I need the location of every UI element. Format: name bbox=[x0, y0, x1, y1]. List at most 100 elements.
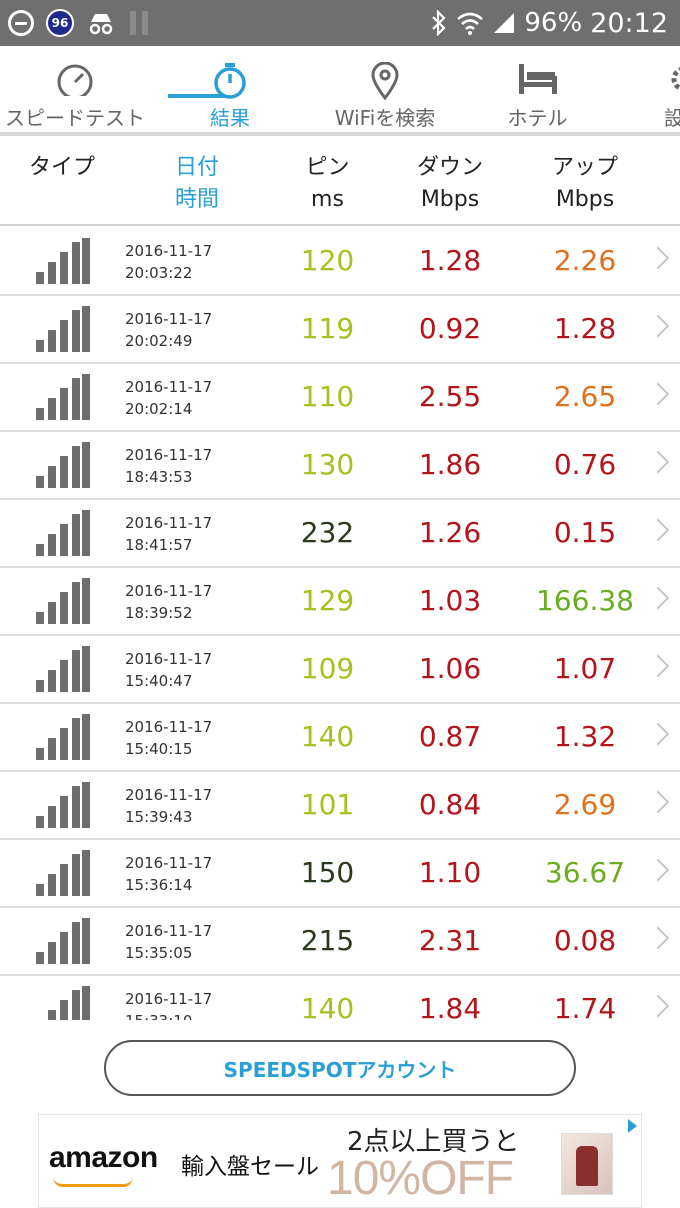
row-ping: 119 bbox=[300, 312, 355, 345]
tab-hotel[interactable]: ホテル bbox=[480, 46, 595, 132]
row-download: 1.26 bbox=[418, 516, 482, 549]
chevron-right-icon[interactable] bbox=[646, 450, 670, 474]
row-download: 1.84 bbox=[418, 992, 482, 1020]
tab-settings[interactable]: 設 bbox=[664, 46, 680, 132]
chevron-right-icon[interactable] bbox=[646, 518, 670, 542]
row-ping: 140 bbox=[300, 992, 355, 1020]
row-datetime: 2016-11-17 18:41:57 bbox=[125, 512, 212, 556]
tab-results[interactable]: 結果 bbox=[160, 46, 300, 132]
table-row[interactable]: 2016-11-17 18:39:52 129 1.03 166.38 bbox=[0, 568, 680, 636]
table-row[interactable]: 2016-11-17 15:33:10 140 1.84 1.74 bbox=[0, 976, 680, 1020]
chevron-right-icon[interactable] bbox=[646, 246, 670, 270]
results-table-header: タイプ 日付 時間 ピン ms ダウン Mbps アップ Mbps bbox=[0, 136, 680, 226]
chevron-right-icon[interactable] bbox=[646, 926, 670, 950]
row-download: 1.06 bbox=[418, 652, 482, 685]
row-time: 15:40:47 bbox=[125, 672, 193, 690]
row-datetime: 2016-11-17 15:39:43 bbox=[125, 784, 212, 828]
signal-strength-icon bbox=[36, 782, 90, 828]
row-datetime: 2016-11-17 15:40:15 bbox=[125, 716, 212, 760]
row-date: 2016-11-17 bbox=[125, 854, 213, 872]
row-ping: 101 bbox=[300, 788, 355, 821]
column-type[interactable]: タイプ bbox=[22, 152, 102, 184]
chevron-right-icon[interactable] bbox=[646, 858, 670, 882]
signal-icon bbox=[494, 13, 515, 33]
table-row[interactable]: 2016-11-17 15:39:43 101 0.84 2.69 bbox=[0, 772, 680, 840]
row-upload: 2.65 bbox=[553, 380, 617, 413]
tab-wifi-search[interactable]: WiFiを検索 bbox=[320, 46, 450, 132]
signal-strength-icon bbox=[36, 646, 90, 692]
amazon-smile-icon bbox=[53, 1177, 133, 1187]
row-upload: 36.67 bbox=[544, 856, 626, 889]
data-transfer-icon bbox=[130, 11, 148, 35]
row-datetime: 2016-11-17 15:36:14 bbox=[125, 852, 212, 896]
row-download: 0.84 bbox=[418, 788, 482, 821]
column-type-label: タイプ bbox=[28, 155, 95, 180]
row-upload: 2.26 bbox=[553, 244, 617, 277]
row-time: 15:33:10 bbox=[125, 1010, 212, 1020]
chevron-right-icon[interactable] bbox=[646, 722, 670, 746]
tab-results-label: 結果 bbox=[210, 106, 250, 130]
row-date: 2016-11-17 bbox=[125, 514, 213, 532]
table-row[interactable]: 2016-11-17 15:40:47 109 1.06 1.07 bbox=[0, 636, 680, 704]
signal-strength-icon bbox=[36, 578, 90, 624]
row-ping: 215 bbox=[300, 924, 355, 957]
row-upload: 166.38 bbox=[536, 584, 634, 617]
table-row[interactable]: 2016-11-17 18:41:57 232 1.26 0.15 bbox=[0, 500, 680, 568]
column-download-unit: Mbps bbox=[420, 187, 480, 212]
row-upload: 0.08 bbox=[553, 924, 617, 957]
chevron-right-icon[interactable] bbox=[646, 790, 670, 814]
table-row[interactable]: 2016-11-17 15:35:05 215 2.31 0.08 bbox=[0, 908, 680, 976]
signal-strength-icon bbox=[36, 714, 90, 760]
table-row[interactable]: 2016-11-17 20:03:22 120 1.28 2.26 bbox=[0, 228, 680, 296]
row-ping: 110 bbox=[300, 380, 355, 413]
bluetooth-icon bbox=[432, 10, 446, 36]
column-upload-label: アップ bbox=[551, 155, 618, 180]
column-upload[interactable]: アップ Mbps bbox=[535, 152, 635, 216]
row-ping: 150 bbox=[300, 856, 355, 889]
chevron-right-icon[interactable] bbox=[646, 382, 670, 406]
chevron-right-icon[interactable] bbox=[646, 994, 670, 1018]
row-date: 2016-11-17 bbox=[125, 990, 213, 1008]
chevron-right-icon[interactable] bbox=[646, 314, 670, 338]
ad-banner[interactable]: amazon 輸入盤セール 2点以上買うと 10%OFF bbox=[38, 1114, 642, 1208]
table-row[interactable]: 2016-11-17 15:36:14 150 1.10 36.67 bbox=[0, 840, 680, 908]
incognito-icon bbox=[89, 14, 113, 35]
column-download[interactable]: ダウン Mbps bbox=[400, 152, 500, 216]
row-date: 2016-11-17 bbox=[125, 582, 213, 600]
row-date: 2016-11-17 bbox=[125, 650, 213, 668]
table-row[interactable]: 2016-11-17 15:40:15 140 0.87 1.32 bbox=[0, 704, 680, 772]
column-date-time[interactable]: 日付 時間 bbox=[157, 152, 237, 216]
speedspot-account-button[interactable]: SPEEDSPOTアカウント bbox=[104, 1040, 576, 1096]
row-time: 20:03:22 bbox=[125, 264, 193, 282]
row-download: 2.31 bbox=[418, 924, 482, 957]
ad-product-image bbox=[561, 1133, 613, 1195]
adchoices-icon[interactable] bbox=[628, 1119, 637, 1133]
row-ping: 129 bbox=[300, 584, 355, 617]
row-ping: 232 bbox=[300, 516, 355, 549]
table-row[interactable]: 2016-11-17 18:43:53 130 1.86 0.76 bbox=[0, 432, 680, 500]
row-datetime: 2016-11-17 20:03:22 bbox=[125, 240, 212, 284]
row-download: 0.87 bbox=[418, 720, 482, 753]
row-date: 2016-11-17 bbox=[125, 922, 213, 940]
row-date: 2016-11-17 bbox=[125, 378, 213, 396]
status-bar: 96 96% 20:12 bbox=[0, 0, 680, 46]
row-time: 20:02:14 bbox=[125, 400, 193, 418]
gear-icon bbox=[671, 67, 680, 91]
chevron-right-icon[interactable] bbox=[646, 654, 670, 678]
column-upload-unit: Mbps bbox=[555, 187, 615, 212]
table-row[interactable]: 2016-11-17 20:02:49 119 0.92 1.28 bbox=[0, 296, 680, 364]
column-ping[interactable]: ピン ms bbox=[285, 152, 370, 216]
row-date: 2016-11-17 bbox=[125, 446, 213, 464]
row-upload: 2.69 bbox=[553, 788, 617, 821]
row-upload: 0.15 bbox=[553, 516, 617, 549]
do-not-disturb-icon bbox=[8, 10, 34, 36]
table-row[interactable]: 2016-11-17 20:02:14 110 2.55 2.65 bbox=[0, 364, 680, 432]
row-download: 1.86 bbox=[418, 448, 482, 481]
row-time: 15:40:15 bbox=[125, 740, 193, 758]
tab-wifi-search-label: WiFiを検索 bbox=[334, 106, 436, 130]
chevron-right-icon[interactable] bbox=[646, 586, 670, 610]
column-download-label: ダウン bbox=[416, 155, 483, 180]
status-clock: 20:12 bbox=[590, 7, 668, 39]
signal-strength-icon bbox=[36, 986, 90, 1020]
tab-speedtest[interactable]: スピードテスト bbox=[0, 46, 150, 132]
